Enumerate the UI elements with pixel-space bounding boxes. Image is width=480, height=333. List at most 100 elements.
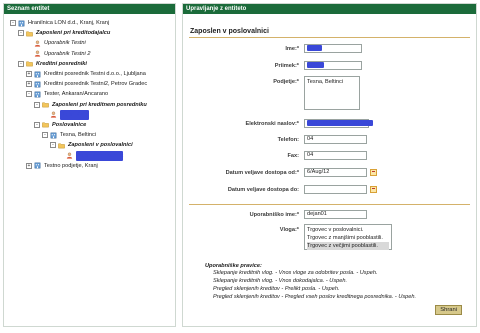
tree-node[interactable]: - Kreditni posredniki (4, 59, 175, 69)
tree-node[interactable]: + Kreditni posrednik Testni2, Petrov Grad… (4, 79, 175, 89)
expand-icon[interactable]: + (26, 162, 32, 169)
collapse-icon[interactable]: - (18, 30, 24, 37)
podjetje-select[interactable]: Tesna, Beltinci (304, 76, 360, 110)
collapse-icon[interactable]: - (26, 91, 32, 98)
tree-node[interactable]: - Poslovalnice (4, 120, 175, 130)
tree-node[interactable]: - Zaposleni pri kreditodajalcu (4, 28, 175, 38)
folder-icon (58, 142, 65, 149)
tree-node-label[interactable]: Kreditni posredniki (36, 59, 87, 69)
organization-icon (50, 132, 57, 139)
user-icon (34, 50, 41, 57)
tree-node[interactable]: Uporabnik Testni 2 (4, 49, 175, 59)
tree-node[interactable]: - Hranilnica LON d.d., Kranj, Kranj (4, 18, 175, 28)
tree-node-label[interactable]: Dejan Kofol Kofolic (76, 150, 124, 161)
tree-node-label[interactable]: Uporabnik Testni (44, 38, 86, 48)
tree-node[interactable]: + Kreditni posrednik Testni d.o.o., Ljubl… (4, 69, 175, 79)
fax-label: Fax: (287, 153, 299, 159)
expand-icon[interactable]: + (26, 81, 32, 88)
organization-icon (18, 20, 25, 27)
tree-node-label[interactable]: Uporabnik Testni 2 (44, 49, 90, 59)
rights-item: Sklepanje kreditnih vlog. - Vnos vloge z… (213, 270, 378, 276)
datum-od-input[interactable]: 6/Aug/12 (304, 168, 367, 177)
entity-management-panel: Upravljanje z entiteto Zaposlen v poslov… (182, 3, 477, 327)
tree-node-label[interactable]: Tester, Ankaran/Ancarano (44, 89, 108, 99)
vloga-option[interactable]: Trgovec v poslovalnici. (307, 226, 389, 234)
podjetje-option[interactable]: Tesna, Beltinci (307, 78, 357, 86)
organization-icon (34, 71, 41, 78)
fax-input[interactable]: 04 (304, 151, 367, 160)
entity-management-header: Upravljanje z entiteto (183, 4, 476, 14)
rights-item: Pregled sklenjenih kreditov - Pregled vs… (213, 294, 417, 300)
collapse-icon[interactable]: - (34, 121, 40, 128)
organization-icon (34, 162, 41, 169)
tree-node[interactable]: Dejan Kofol Kofolic (4, 150, 175, 161)
tree-node-label[interactable]: Testno podjetje, Kranj (44, 161, 98, 171)
tree-node[interactable]: Uporabnik Testni (4, 38, 175, 48)
ime-label: Ime:* (285, 46, 299, 52)
email-input[interactable]: dejan.kofol@example.com (304, 119, 373, 128)
title-divider (189, 37, 470, 38)
collapse-icon[interactable]: - (18, 60, 24, 67)
ime-value: Dejan (307, 45, 322, 51)
tree-node[interactable]: - Tester, Ankaran/Ancarano (4, 89, 175, 99)
folder-icon (42, 121, 49, 128)
telefon-input[interactable]: 04 (304, 135, 367, 144)
organization-icon (34, 91, 41, 98)
form-title: Zaposlen v poslovalnici (190, 28, 269, 35)
tree-node[interactable]: Dejan Kofol (4, 109, 175, 120)
tree-node-label[interactable]: Kreditni posrednik Testni2, Petrov Grade… (44, 79, 147, 89)
priimek-input[interactable]: Kofolic (304, 61, 362, 70)
tree-node-label[interactable]: Tesna, Beltinci (60, 130, 96, 140)
tree-node-label[interactable]: Zaposleni v poslovalnici (68, 140, 133, 150)
ime-input[interactable]: Dejan (304, 44, 362, 53)
email-label: Elektronski naslov:* (245, 121, 299, 127)
tree-node-label[interactable]: Hranilnica LON d.d., Kranj, Kranj (28, 18, 109, 28)
user-icon (66, 152, 73, 159)
collapse-icon[interactable]: - (34, 101, 40, 108)
folder-icon (26, 30, 33, 37)
folder-icon (26, 60, 33, 67)
rights-item: Pregled sklenjenih kreditov - Prelikt po… (213, 286, 340, 292)
folder-icon (42, 101, 49, 108)
datum-od-label: Datum veljave dostopa od:* (225, 170, 299, 176)
tree-node-label[interactable]: Poslovalnice (52, 120, 86, 130)
collapse-icon[interactable]: - (42, 132, 48, 139)
tree-node-label[interactable]: Dejan Kofol (60, 109, 89, 120)
tree-node[interactable]: - Zaposleni v poslovalnici (4, 140, 175, 150)
tree-node[interactable]: + Testno podjetje, Kranj (4, 161, 175, 171)
tree-node[interactable]: - Tesna, Beltinci (4, 130, 175, 140)
section-divider (189, 204, 470, 205)
save-button[interactable]: Shrani (435, 305, 462, 315)
uporabnisko-ime-input[interactable]: dejan01 (304, 210, 367, 219)
datum-do-label: Datum veljave dostopa do: (227, 187, 299, 193)
expand-icon[interactable]: + (26, 71, 32, 78)
vloga-option[interactable]: Trgovec z manjšimi pooblastili. (307, 234, 389, 242)
entity-tree: - Hranilnica LON d.d., Kranj, Kranj - Zapos… (4, 14, 175, 171)
datum-od-calendar-icon[interactable] (370, 169, 377, 176)
tree-node-label[interactable]: Zaposleni pri kreditnem posredniku (52, 100, 147, 110)
priimek-value: Kofolic (307, 62, 324, 68)
organization-icon (34, 81, 41, 88)
tree-node-label[interactable]: Kreditni posrednik Testni d.o.o., Ljublj… (44, 69, 146, 79)
entity-list-panel: Seznam entitet - Hranilnica LON d.d., Kra… (3, 3, 176, 327)
podjetje-label: Podjetje:* (273, 79, 299, 85)
entity-list-header: Seznam entitet (4, 4, 175, 14)
vloga-select[interactable]: Trgovec v poslovalnici. Trgovec z manjši… (304, 224, 392, 250)
user-icon (50, 111, 57, 118)
collapse-icon[interactable]: - (10, 20, 16, 27)
uporabnisko-ime-label: Uporabniško ime:* (249, 212, 299, 218)
datum-do-input[interactable] (304, 185, 367, 194)
tree-node-label[interactable]: Zaposleni pri kreditodajalcu (36, 28, 110, 38)
collapse-icon[interactable]: - (50, 142, 56, 149)
vloga-label: Vloga:* (279, 227, 299, 233)
telefon-label: Telefon: (277, 137, 299, 143)
rights-item: Sklepanje kreditnih vlog. - Vnos dokodaj… (213, 278, 348, 284)
datum-do-calendar-icon[interactable] (370, 186, 377, 193)
vloga-option-selected[interactable]: Trgovec z večjimi pooblastili. (307, 242, 389, 250)
priimek-label: Priimek:* (274, 63, 299, 69)
tree-node[interactable]: - Zaposleni pri kreditnem posredniku (4, 100, 175, 110)
